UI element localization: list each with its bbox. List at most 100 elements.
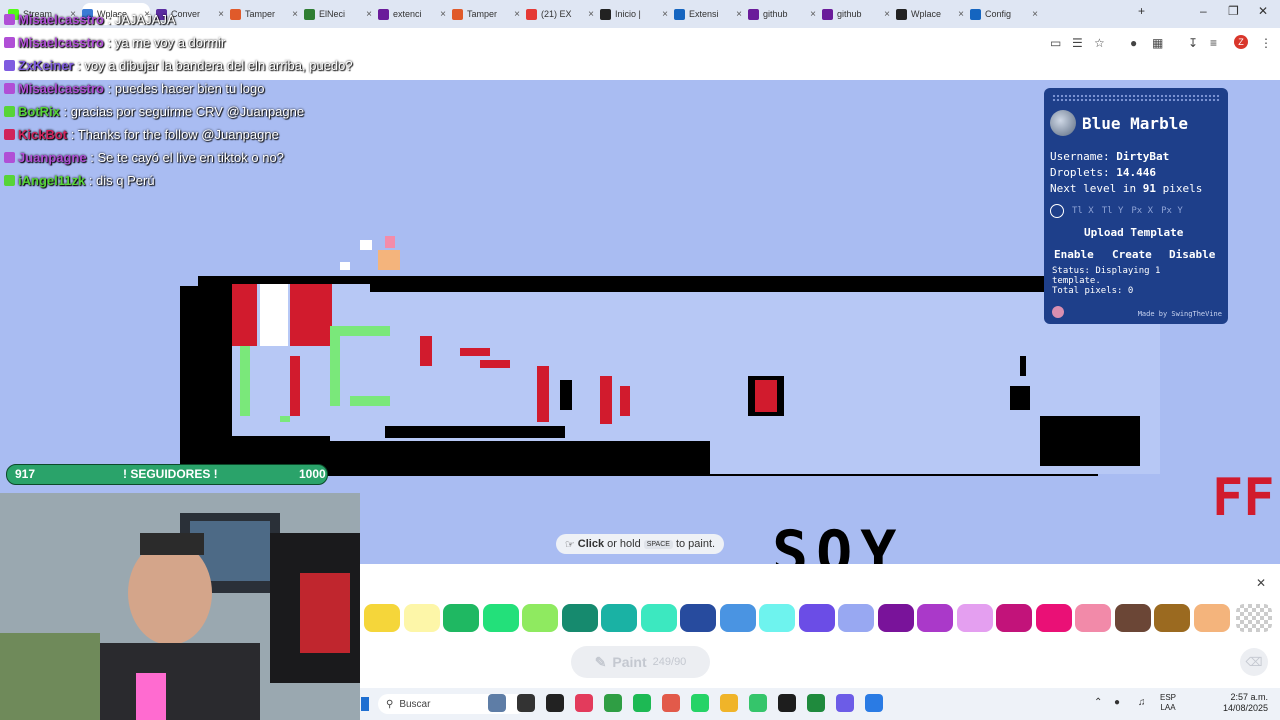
app-icon-blue[interactable]	[865, 694, 883, 712]
browser-tab[interactable]: Inicio | ×	[600, 3, 668, 25]
color-swatch[interactable]	[443, 604, 479, 632]
color-swatch[interactable]	[917, 604, 953, 632]
color-swatch[interactable]	[759, 604, 795, 632]
enable-button[interactable]: Enable	[1054, 248, 1094, 261]
tab-close-icon[interactable]: ×	[440, 9, 446, 20]
minimize-icon[interactable]: –	[1200, 4, 1207, 18]
color-swatch[interactable]	[719, 604, 756, 632]
color-swatch[interactable]	[364, 604, 400, 632]
tab-favicon	[896, 8, 907, 20]
language-indicator[interactable]: ESP LAA	[1160, 693, 1176, 713]
tab-close-icon[interactable]: ×	[884, 9, 890, 20]
tray-expand-icon[interactable]: ⌃	[1094, 697, 1102, 708]
spotify-icon[interactable]	[633, 694, 651, 712]
app-icon-dark[interactable]	[778, 694, 796, 712]
chat-text: : JAJAJAJA	[107, 12, 176, 27]
tab-close-icon[interactable]: ×	[1032, 9, 1038, 20]
transparent-swatch[interactable]	[1236, 604, 1272, 632]
xbox-icon[interactable]	[807, 694, 825, 712]
chat-text: : Se te cayó el live en tiktok o no?	[90, 150, 284, 165]
app-icon-t[interactable]	[662, 694, 680, 712]
discord-icon[interactable]	[836, 694, 854, 712]
volume-icon[interactable]: ♫	[1138, 697, 1146, 708]
tab-close-icon[interactable]: ×	[810, 9, 816, 20]
browser-tab[interactable]: extenci ×	[378, 3, 446, 25]
browser-tab[interactable]: Tamper ×	[452, 3, 520, 25]
tab-close-icon[interactable]: ×	[588, 9, 594, 20]
color-swatch[interactable]	[403, 604, 440, 632]
disable-button[interactable]: Disable	[1169, 248, 1215, 261]
translate-icon[interactable]: ☰	[1072, 36, 1083, 50]
bookmark-star-icon[interactable]: ☆	[1094, 36, 1105, 50]
task-view-icon[interactable]	[517, 694, 535, 712]
color-swatch[interactable]	[798, 604, 835, 632]
settings-icon[interactable]	[1052, 306, 1064, 318]
tab-close-icon[interactable]: ×	[218, 9, 224, 20]
browser-tab[interactable]: ElNeci ×	[304, 3, 372, 25]
color-swatch[interactable]	[561, 604, 598, 632]
profile-avatar[interactable]: Z	[1234, 35, 1248, 49]
browser-tab[interactable]: (21) EX ×	[526, 3, 594, 25]
tiktok-icon[interactable]	[575, 694, 593, 712]
pixel-x-input[interactable]: Px X	[1131, 206, 1153, 216]
color-swatch[interactable]	[482, 604, 519, 632]
tab-close-icon[interactable]: ×	[292, 9, 298, 20]
pixel-y-input[interactable]: Px Y	[1161, 206, 1183, 216]
close-window-icon[interactable]: ✕	[1258, 4, 1268, 18]
color-swatch[interactable]	[877, 604, 914, 632]
browser-tab[interactable]: Extensi ×	[674, 3, 742, 25]
chrome-icon[interactable]	[604, 694, 622, 712]
browser-tab[interactable]: Wplace ×	[896, 3, 964, 25]
extensions-puzzle-icon[interactable]: ▦	[1152, 36, 1163, 50]
system-clock[interactable]: 2:57 a.m. 14/08/2025	[1223, 692, 1268, 714]
weather-widget-icon[interactable]	[488, 694, 506, 712]
new-tab-button[interactable]: +	[1138, 4, 1145, 18]
maximize-icon[interactable]: ❐	[1228, 4, 1239, 18]
tab-close-icon[interactable]: ×	[662, 9, 668, 20]
download-icon[interactable]: ↧	[1188, 36, 1198, 50]
reading-list-icon[interactable]: ≡	[1210, 36, 1217, 50]
pin-icon[interactable]	[1050, 204, 1064, 218]
color-swatch[interactable]	[1193, 604, 1230, 632]
tab-close-icon[interactable]: ×	[514, 9, 520, 20]
color-swatch[interactable]	[1035, 604, 1072, 632]
browser-tab[interactable]: github ×	[748, 3, 816, 25]
color-swatch[interactable]	[838, 604, 874, 632]
browser-tab[interactable]: Tamper ×	[230, 3, 298, 25]
color-swatch[interactable]	[601, 604, 637, 632]
extension-icon[interactable]: ●	[1130, 36, 1137, 50]
color-swatch[interactable]	[1154, 604, 1190, 632]
color-swatch[interactable]	[1075, 604, 1111, 632]
color-swatch[interactable]	[680, 604, 716, 632]
app-icon-1[interactable]	[546, 694, 564, 712]
follower-goal-label: ! SEGUIDORES !	[123, 467, 218, 481]
search-icon: ⚲	[386, 698, 394, 710]
tab-close-icon[interactable]: ×	[736, 9, 742, 20]
tile-y-input[interactable]: Tl Y	[1102, 206, 1124, 216]
eraser-icon[interactable]: ⌫	[1240, 648, 1268, 676]
start-icon[interactable]	[361, 697, 369, 711]
color-swatch[interactable]	[996, 604, 1032, 632]
browser-tab[interactable]: github ×	[822, 3, 890, 25]
menu-icon[interactable]: ⋮	[1260, 36, 1272, 50]
drag-handle[interactable]	[1052, 94, 1220, 102]
close-palette-icon[interactable]: ✕	[1256, 576, 1266, 590]
whatsapp-icon[interactable]	[691, 694, 709, 712]
upload-template-button[interactable]: Upload Template	[1084, 226, 1183, 239]
tab-close-icon[interactable]: ×	[366, 9, 372, 20]
app-icon-green[interactable]	[749, 694, 767, 712]
paint-button[interactable]: ✎ Paint 249/90	[571, 646, 710, 678]
tab-close-icon[interactable]: ×	[958, 9, 964, 20]
coords-row: Tl X Tl Y Px X Px Y	[1050, 204, 1183, 218]
create-button[interactable]: Create	[1112, 248, 1152, 261]
browser-tab[interactable]: Config ×	[970, 3, 1038, 25]
color-swatch[interactable]	[1114, 604, 1151, 632]
install-app-icon[interactable]: ▭	[1050, 36, 1061, 50]
color-swatch[interactable]	[640, 604, 677, 632]
network-icon[interactable]: ●	[1114, 697, 1120, 708]
tile-x-input[interactable]: Tl X	[1072, 206, 1094, 216]
color-swatch[interactable]	[956, 604, 993, 632]
status-box[interactable]: Status: Displaying 1 template. Total pix…	[1052, 266, 1212, 300]
color-swatch[interactable]	[522, 604, 558, 632]
file-explorer-icon[interactable]	[720, 694, 738, 712]
